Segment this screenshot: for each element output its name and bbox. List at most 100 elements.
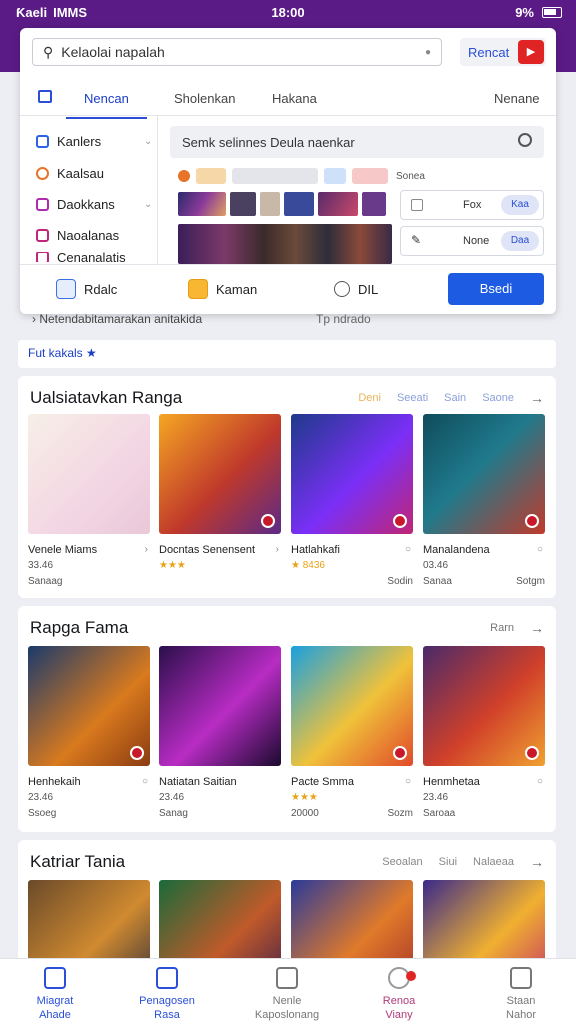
nav-item-4[interactable]: Renoa Viany (344, 967, 454, 1021)
option-toggle[interactable]: Kaa (501, 195, 539, 215)
game-card[interactable]: Henmhetaa ○ 23.46 Saroaa (423, 646, 545, 819)
below-panel-text: › Netendabitamarakan anitakida (32, 312, 203, 326)
arrow-right-icon[interactable]: → (530, 390, 544, 406)
tab-1[interactable]: Nencan (66, 91, 147, 119)
section-link[interactable]: Saone (482, 392, 514, 404)
game-cover[interactable] (291, 646, 413, 766)
game-card[interactable]: Hatlahkafi ○ ★ 8436 Sodin (291, 414, 413, 587)
game-title: Natiatan Saitian (159, 776, 237, 788)
game-sub: Saroaa (423, 808, 456, 819)
section-link[interactable]: Siui (439, 856, 457, 868)
game-meta: 23.46 (28, 792, 54, 803)
search-panel: ⚲ Kelaolai napalah ● Rencat ▶ Nencan Sho… (20, 28, 556, 314)
section-title: Katriar Tania (30, 852, 126, 871)
game-card[interactable]: Natiatan Saitian 23.46 Sanag (159, 646, 281, 819)
thumbnail-row-large[interactable] (178, 224, 392, 264)
nav-item-3[interactable]: Nenle Kaposlonang (232, 967, 342, 1021)
section-link[interactable]: Sain (444, 392, 466, 404)
game-title: Venele Miams (28, 544, 98, 556)
game-cover[interactable] (159, 646, 281, 766)
option-label: Fox (463, 199, 482, 211)
game-cover[interactable] (28, 646, 150, 766)
sidebar-item-3[interactable]: Daokkans ⌄ (36, 197, 152, 212)
inner-search-text: Semk selinnes Deula naenkar (182, 134, 355, 150)
circle-icon: ○ (404, 544, 411, 555)
chevron-right-icon: › (275, 544, 279, 555)
circle-icon: ○ (404, 776, 411, 787)
thumbnail[interactable] (318, 192, 358, 216)
game-cover[interactable] (423, 646, 545, 766)
search-input[interactable]: ⚲ Kelaolai napalah ● (32, 38, 442, 66)
inner-search-field[interactable]: Semk selinnes Deula naenkar (170, 126, 544, 158)
game-cover[interactable] (159, 414, 281, 534)
nav-item-1[interactable]: Miagrat Ahade (0, 967, 110, 1021)
badge-icon (393, 746, 407, 760)
sidebar-item-1[interactable]: Kanlers ⌄ (36, 134, 152, 149)
option-label: None (463, 235, 490, 247)
circle-icon: ○ (536, 544, 543, 555)
sidebar-item-2[interactable]: Kaalsau (36, 166, 104, 181)
chip-4[interactable] (352, 168, 388, 184)
game-cover[interactable] (28, 414, 150, 534)
arrow-right-icon[interactable]: → (530, 620, 544, 636)
arrow-right-icon[interactable]: → (530, 854, 544, 870)
nav-item-2[interactable]: Penagosen Rasa (112, 967, 222, 1021)
game-size: Sotgm (516, 576, 545, 587)
chip-1[interactable] (196, 168, 226, 184)
game-cover[interactable] (423, 414, 545, 534)
chip-3[interactable] (324, 168, 346, 184)
tab-4[interactable]: Nenane (494, 91, 540, 106)
badge-icon (393, 514, 407, 528)
search-icon: ⚲ (43, 43, 54, 60)
section-link[interactable]: Rarn (490, 622, 514, 634)
document-icon (411, 199, 423, 211)
tab-3[interactable]: Hakana (272, 91, 317, 106)
game-card[interactable]: Pacte Smma ○ ★★★ 20000 Sozm (291, 646, 413, 819)
magnifier-icon[interactable] (518, 133, 532, 147)
game-card[interactable]: Manalandena ○ 03.46 Sanaa Sotgm (423, 414, 545, 587)
edit-icon: ✎ (411, 233, 422, 247)
search-button[interactable]: Rencat ▶ (460, 38, 546, 66)
thumbnail[interactable] (178, 192, 226, 216)
tab-2[interactable]: Sholenkan (174, 91, 235, 106)
chevron-right-icon: › (144, 544, 148, 555)
badge-icon (130, 746, 144, 760)
fire-icon (36, 167, 49, 180)
filter-bar[interactable]: Fut kakals ★ (18, 340, 556, 368)
section-link[interactable]: Deni (358, 392, 381, 404)
option-toggle[interactable]: Daa (501, 231, 539, 251)
game-card[interactable]: Henhekaih ○ 23.46 Ssoeg (28, 646, 150, 819)
chip-2[interactable] (232, 168, 318, 184)
primary-button[interactable]: Bsedi (448, 273, 544, 305)
game-card[interactable]: Venele Miams › 33.46 Sanaag (28, 414, 150, 587)
game-sub: Sanag (159, 808, 188, 819)
section-link[interactable]: Seoalan (382, 856, 422, 868)
game-rating: ★★★ (291, 792, 318, 803)
section-link[interactable]: Nalaeaa (473, 856, 514, 868)
footer-option-2[interactable]: Kaman (188, 279, 257, 299)
clear-icon[interactable]: ● (425, 47, 431, 58)
record-icon[interactable]: ▶ (518, 40, 544, 64)
game-cover[interactable] (291, 414, 413, 534)
footer-option-3[interactable]: DIL (334, 281, 378, 297)
thumbnail[interactable] (260, 192, 280, 216)
thumbnail[interactable] (230, 192, 256, 216)
game-meta: 03.46 (423, 560, 449, 571)
below-panel-right: Tp ndrado (316, 312, 371, 326)
sidebar-item-5[interactable]: Cenanalatis (36, 252, 126, 262)
sidebar-item-4[interactable]: Naoalanas (36, 228, 119, 243)
battery-percent: 9% (515, 5, 534, 20)
search-button-label: Rencat (468, 44, 510, 60)
thumbnail[interactable] (362, 192, 386, 216)
game-meta: 23.46 (159, 792, 185, 803)
game-card[interactable]: Docntas Senensent › ★★★ (159, 414, 281, 571)
footer-option-1[interactable]: Rdalc (56, 279, 117, 299)
option-row-1[interactable]: Fox Kaa (400, 190, 544, 220)
section-link[interactable]: Seeati (397, 392, 428, 404)
search-value: Kelaolai napalah (61, 44, 165, 60)
option-row-2[interactable]: ✎ None Daa (400, 226, 544, 256)
nav-item-5[interactable]: Staan Nahor (466, 967, 576, 1021)
game-sub: Sanaa (423, 576, 452, 587)
section-title: Rapga Fama (30, 618, 129, 637)
thumbnail[interactable] (284, 192, 314, 216)
